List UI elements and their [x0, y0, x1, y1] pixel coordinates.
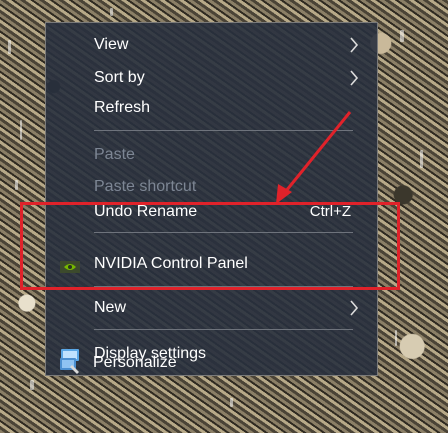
- annotation-arrow-icon: [276, 111, 352, 204]
